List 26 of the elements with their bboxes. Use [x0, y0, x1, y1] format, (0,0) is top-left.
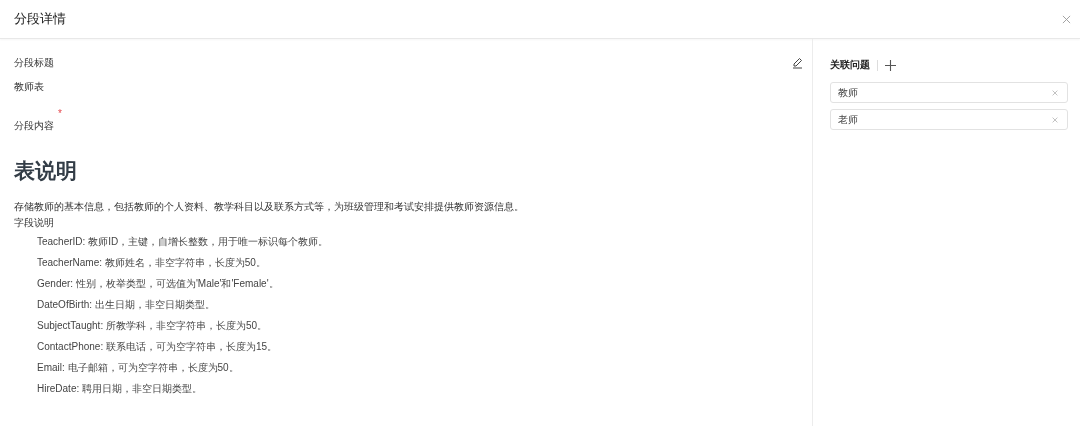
- field-description: DateOfBirth: 出生日期，非空日期类型。: [36, 298, 216, 312]
- clear-icon[interactable]: [1052, 89, 1058, 96]
- field-description: HireDate: 聘用日期，非空日期类型。: [36, 382, 203, 396]
- required-mark: *: [58, 108, 62, 119]
- question-field[interactable]: 教师: [830, 82, 1068, 103]
- field-label: 分段标题: [14, 56, 54, 70]
- field-description: Email: 电子邮箱，可为空字符串，长度为50。: [36, 361, 240, 375]
- field-description: TeacherName: 教师姓名，非空字符串，长度为50。: [36, 256, 267, 270]
- edit-icon[interactable]: [792, 57, 804, 69]
- clear-icon[interactable]: [1052, 116, 1058, 123]
- content-heading: 表说明: [14, 158, 78, 184]
- field-description: SubjectTaught: 所教学科，非空字符串，长度为50。: [36, 319, 269, 333]
- close-icon[interactable]: [1062, 14, 1071, 24]
- field-value: 教师表: [14, 80, 45, 94]
- add-icon[interactable]: [885, 59, 896, 71]
- panel-title: 关联问题: [830, 58, 870, 72]
- field-label: 分段内容: [14, 119, 54, 133]
- field-description: TeacherID: 教师ID，主键，自增长整数，用于唯一标识每个教师。: [36, 235, 330, 249]
- question-field[interactable]: 老师: [830, 109, 1068, 130]
- tag-text: 教师: [838, 85, 858, 100]
- field-description: Gender: 性别，枚举类型，可选值为'Male'和'Female'。: [36, 277, 280, 291]
- tag-text: 老师: [838, 112, 858, 127]
- content-paragraph: 存储教师的基本信息，包括教师的个人资料、教学科目以及联系方式等，为班级管理和考试安排提供教师资源信息。: [14, 200, 525, 214]
- content-paragraph: 字段说明: [14, 216, 55, 230]
- field-description: ContactPhone: 联系电话，可为空字符串，长度为15。: [36, 340, 279, 354]
- dialog-title: 分段详情: [14, 10, 66, 28]
